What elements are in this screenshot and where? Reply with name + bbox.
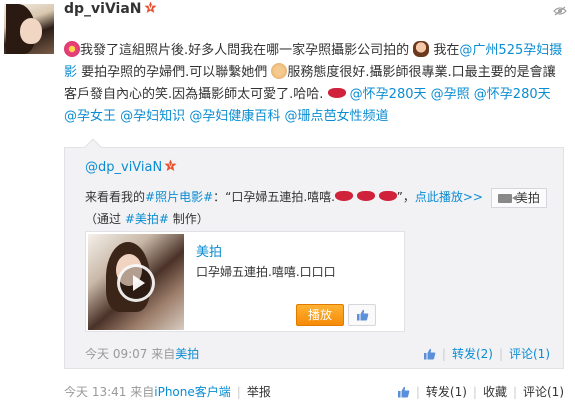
video-thumbnail[interactable] [88,234,184,330]
post-text: 我發了這組照片後.好多人問我在哪一家孕照攝影公司拍的 我在@广州525孕妇摄影 … [64,40,564,128]
hide-post-icon[interactable] [553,6,567,16]
favorite-link[interactable]: 收藏 [483,385,507,399]
meipai-chip[interactable]: 美拍 [490,187,547,208]
post-time[interactable]: 今天 13:41 [64,385,126,399]
mention-link[interactable]: @孕妇知识 [120,109,185,124]
mention-link[interactable]: @怀孕280天 [350,87,427,102]
mention-link[interactable]: @珊点芭女性频道 [284,109,388,124]
post-text-segment: 我在 [433,43,460,58]
play-button[interactable]: 播放 [296,304,344,326]
member-badge-icon[interactable]: V [144,1,157,14]
thumbs-up-icon [357,309,369,321]
like-icon[interactable] [423,348,436,360]
topic-link[interactable]: #美拍# [125,212,169,226]
lips-emoji-icon [327,88,346,98]
repost-forward-link[interactable]: 转发(2) [452,347,493,361]
post-text-segment: 我發了這組照片後.好多人問我在哪一家孕照攝影公司拍的 [80,43,414,58]
mention-link[interactable]: @怀孕280天 [474,87,551,102]
video-like-button[interactable] [348,304,376,326]
play-link[interactable]: 点此播放>> [415,190,483,204]
video-card[interactable]: 美拍 口孕婦五連拍.嘻嘻.口口口 播放 [85,231,405,332]
like-icon[interactable] [397,386,410,398]
play-icon[interactable] [117,264,155,302]
member-badge-icon[interactable]: V [164,159,177,172]
repost-time[interactable]: 今天 09:07 [85,347,147,361]
repost-box: @dp_viViaN V 来看看我的#照片电影#：“口孕婦五連拍.嘻嘻. ”，点此… [64,138,565,369]
avatar[interactable] [4,4,54,54]
mention-link[interactable]: @孕妇健康百科 [189,109,280,124]
post-source-link[interactable]: iPhone客户端 [154,385,231,399]
video-camera-icon [497,193,517,203]
repost-comment-link[interactable]: 评论(1) [509,347,550,361]
mention-link[interactable]: @孕女王 [64,109,116,124]
post-text-segment: 要拍孕照的孕婦們.可以聯繫她們 [77,65,272,80]
svg-text:V: V [148,5,153,12]
repost-author[interactable]: @dp_viViaN V [85,159,177,175]
lips-emoji-icon [335,191,353,201]
report-link[interactable]: 举报 [247,385,271,399]
repost-text: 来看看我的#照片电影#：“口孕婦五連拍.嘻嘻. ”，点此播放>> 美拍 （通过 … [85,186,565,230]
post-author[interactable]: dp_viViaN V [64,1,157,17]
flower-emoji-icon [64,41,80,57]
video-description: 口孕婦五連拍.嘻嘻.口口口 [196,265,336,279]
repost-source-link[interactable]: 美拍 [175,347,199,361]
forward-link[interactable]: 转发(1) [426,385,467,399]
girl-emoji-icon [413,41,430,57]
clap-emoji-icon [271,63,288,79]
lips-emoji-icon [378,191,397,201]
repost-footer: 今天 09:07 来自美拍 | 转发(2) | 评论(1) [85,347,550,361]
post-footer: 今天 13:41 来自iPhone客户端 | 举报 | 转发(1) | 收藏 | 评论(1) [64,385,564,399]
mention-link[interactable]: @孕照 [431,87,470,102]
comment-link[interactable]: 评论(1) [523,385,564,399]
video-title[interactable]: 美拍 [196,241,222,260]
lips-emoji-icon [356,191,375,201]
topic-link[interactable]: #照片电影# [145,190,213,204]
